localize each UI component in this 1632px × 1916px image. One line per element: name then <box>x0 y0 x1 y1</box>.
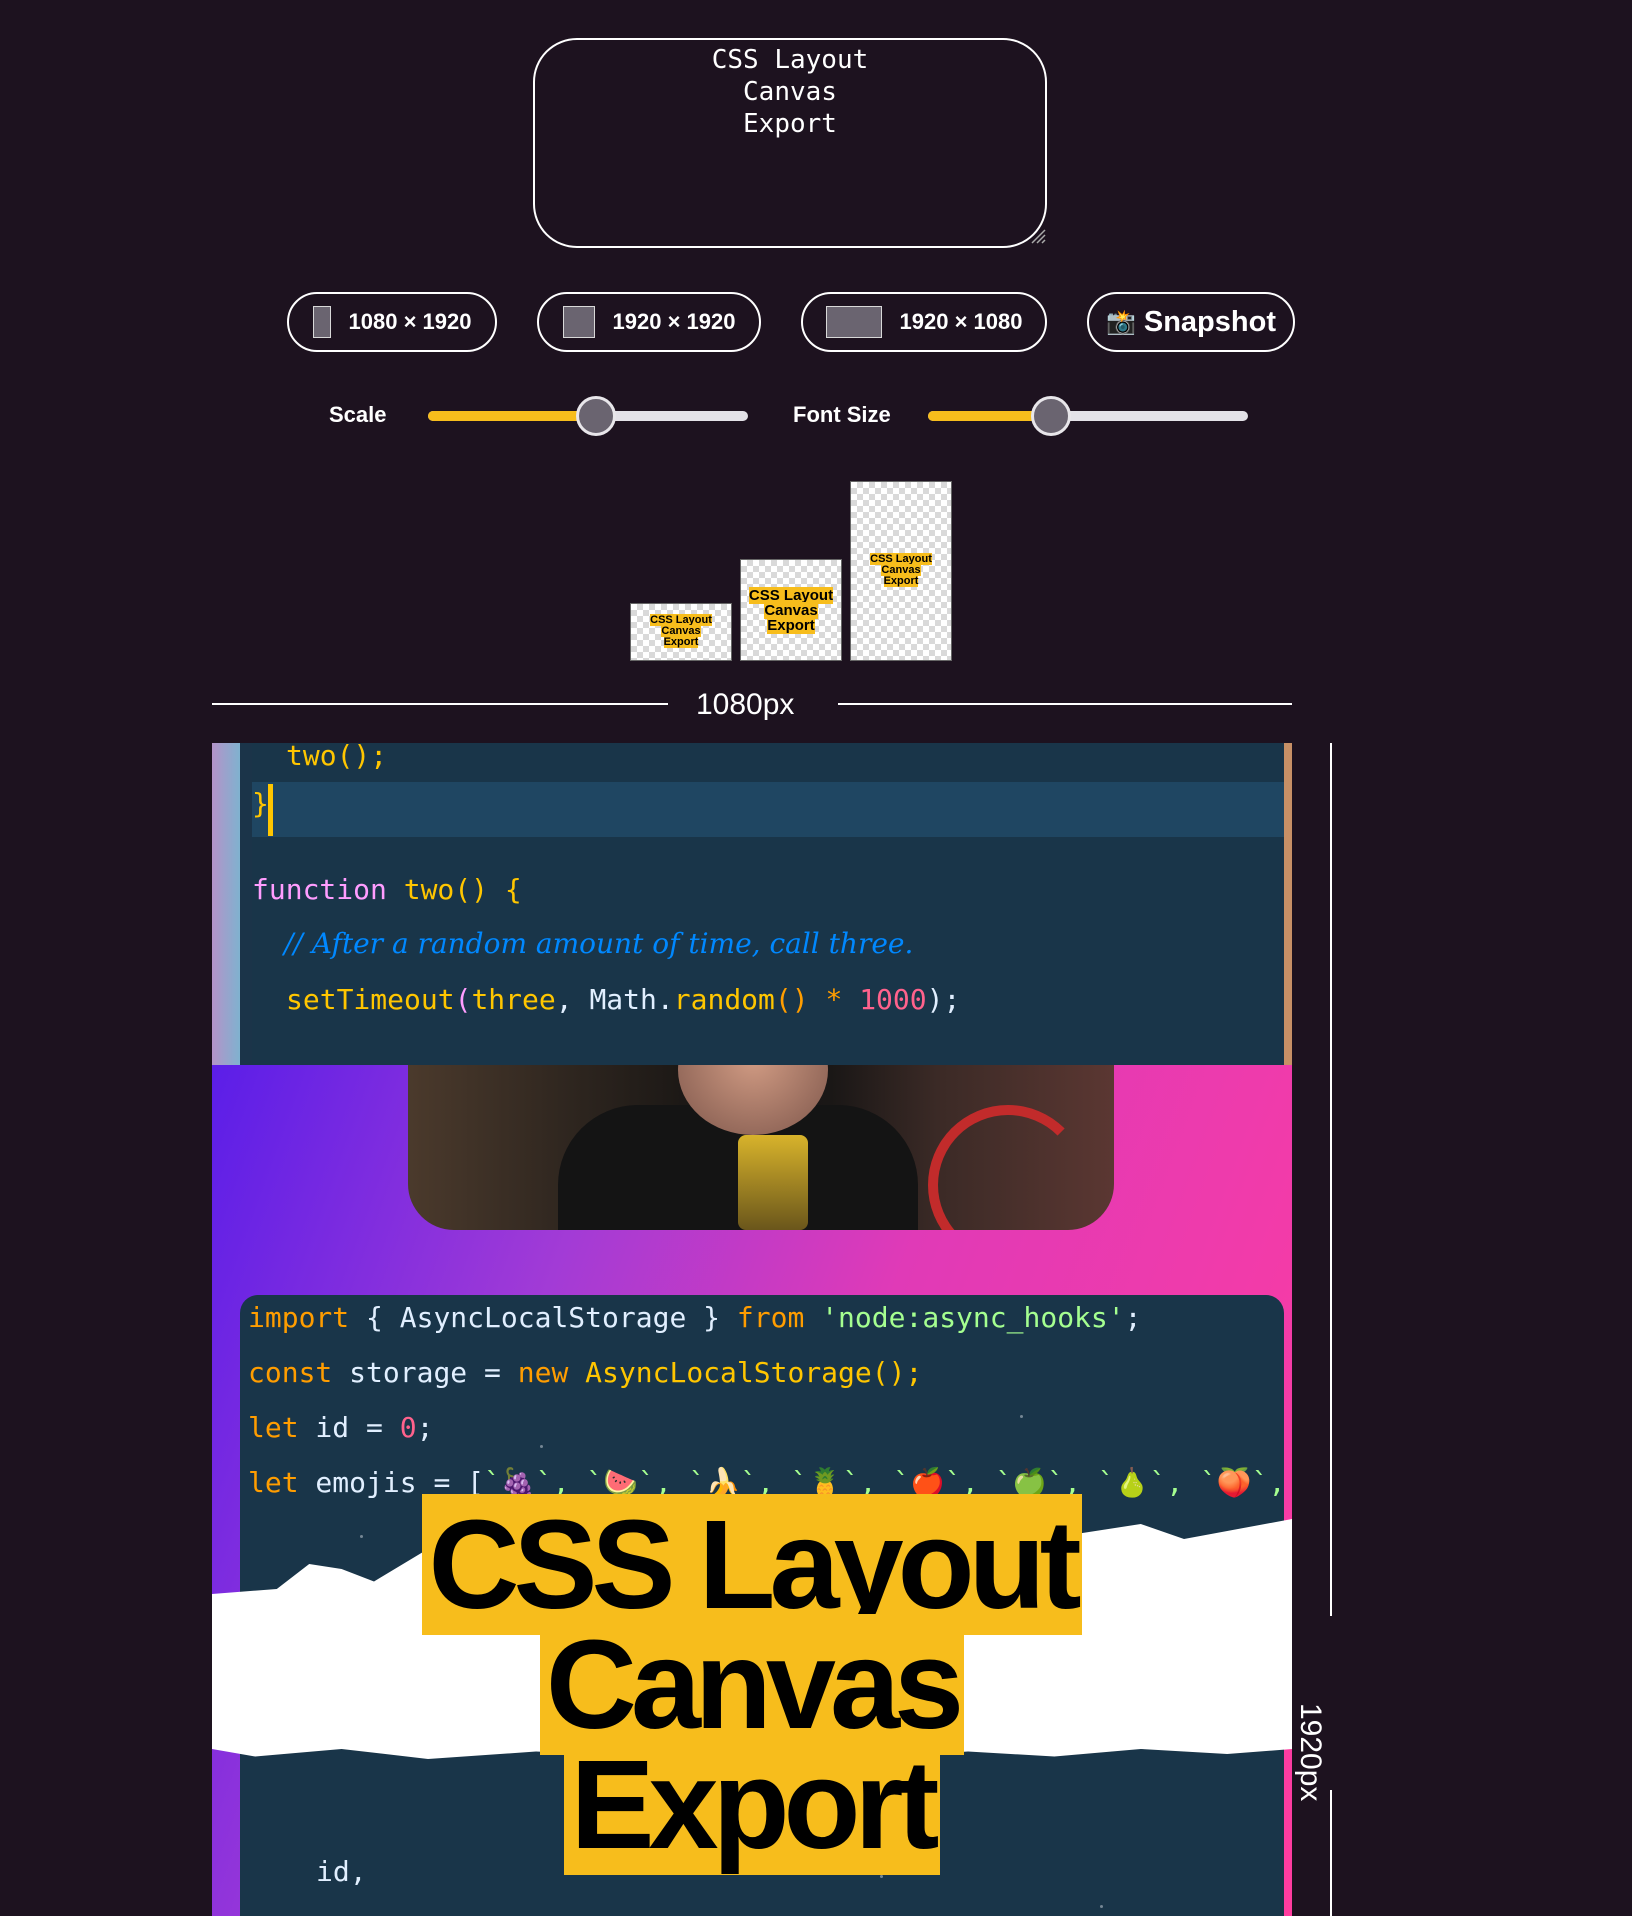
preview-square[interactable]: CSS Layout Canvas Export <box>740 559 842 661</box>
height-ruler-top <box>1330 743 1332 1616</box>
preview-portrait[interactable]: CSS Layout Canvas Export <box>850 481 952 661</box>
headline-line-3: Export <box>212 1734 1292 1875</box>
scale-slider[interactable] <box>428 396 748 436</box>
code-line: let id = 0; <box>248 1411 434 1444</box>
snapshot-label: Snapshot <box>1143 305 1276 338</box>
square-shape-icon <box>562 306 595 338</box>
portrait-shape-icon <box>312 306 331 338</box>
landscape-shape-icon <box>825 306 882 338</box>
gradient-stage: import { AsyncLocalStorage } from 'node:… <box>212 1065 1292 1916</box>
height-ruler-bottom <box>1330 1790 1332 1916</box>
size-button-label: 1920 × 1080 <box>899 309 1023 334</box>
snapshot-button[interactable]: 📸 Snapshot <box>1087 292 1295 352</box>
headline-line-2: Canvas <box>212 1614 1292 1755</box>
code-line: const storage = new AsyncLocalStorage(); <box>248 1356 923 1389</box>
width-ruler-label: 1080px <box>696 688 795 721</box>
height-ruler-label: 1920px <box>1294 1703 1327 1802</box>
resize-handle-icon[interactable] <box>1030 228 1046 244</box>
code-pane-top: two(); } function two() { // After a ran… <box>212 743 1292 1065</box>
camera-flash-icon: 📸 <box>1105 308 1136 336</box>
preview-line: Export <box>883 575 919 587</box>
preview-line: Export <box>663 636 699 648</box>
width-ruler-left <box>212 703 668 705</box>
code-line: } <box>252 787 269 820</box>
scale-slider-thumb[interactable] <box>576 396 616 436</box>
code-line: two(); <box>286 743 388 772</box>
webcam-video <box>408 1065 1114 1230</box>
size-1080x1920-button[interactable]: 1080 × 1920 <box>287 292 497 352</box>
code-line: function two() { <box>252 873 522 906</box>
scale-slider-fill <box>428 411 595 421</box>
font-size-slider[interactable] <box>928 396 1248 436</box>
size-1920x1920-button[interactable]: 1920 × 1920 <box>537 292 761 352</box>
width-ruler-right <box>838 703 1292 705</box>
preview-line: Export <box>767 617 815 634</box>
headline-line-1: CSS Layout <box>212 1494 1292 1635</box>
code-comment: // After a random amount of time, call t… <box>284 927 914 960</box>
text-caret <box>268 784 273 836</box>
size-button-label: 1920 × 1920 <box>612 309 736 334</box>
highlighted-line <box>252 782 1284 837</box>
preview-landscape[interactable]: CSS Layout Canvas Export <box>630 603 732 661</box>
scale-label: Scale <box>329 402 387 427</box>
font-size-label: Font Size <box>793 402 891 427</box>
size-1920x1080-button[interactable]: 1920 × 1080 <box>801 292 1047 352</box>
export-canvas: two(); } function two() { // After a ran… <box>212 743 1292 1916</box>
code-line: setTimeout(three, Math.random() * 1000); <box>286 983 961 1016</box>
title-textarea[interactable] <box>533 38 1047 248</box>
size-button-label: 1080 × 1920 <box>348 309 472 334</box>
code-line: import { AsyncLocalStorage } from 'node:… <box>248 1301 1142 1334</box>
font-size-slider-thumb[interactable] <box>1031 396 1071 436</box>
microphone-icon <box>738 1135 808 1230</box>
